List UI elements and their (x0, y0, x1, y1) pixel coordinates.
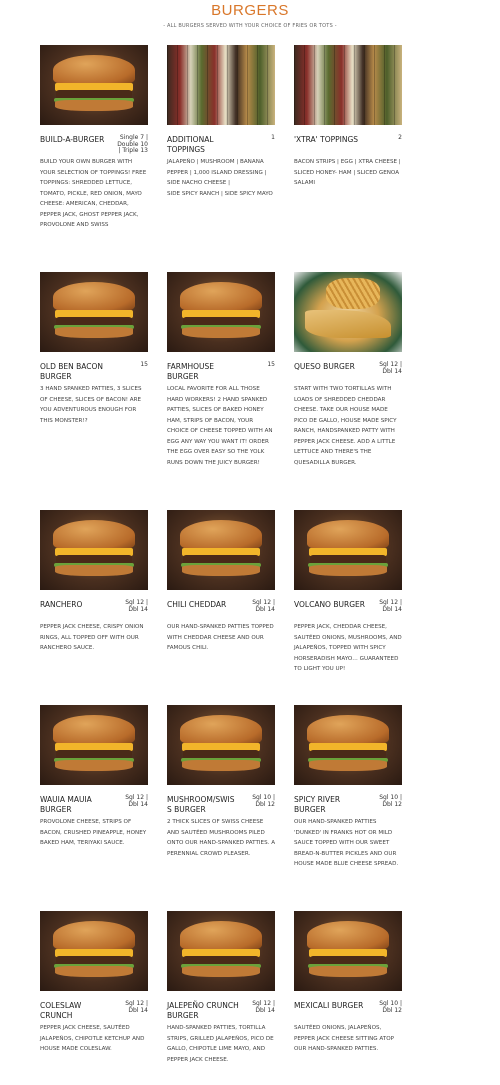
menu-item-price: Sgl 12 | Dbl 14 (379, 599, 402, 613)
menu-item-card[interactable]: 'XTRA' TOPPINGS 2 BACON STRIPS | EGG | XTR… (294, 45, 402, 189)
menu-item-photo (40, 45, 148, 125)
menu-item-description: PROVOLONE CHEESE, STRIPS OF BACON, CRUSH… (40, 819, 147, 846)
menu-item-photo (167, 45, 275, 125)
menu-item-name: JALEPEÑO CRUNCH BURGER (167, 1001, 239, 1020)
menu-item-card[interactable]: FARMHOUSE BURGER 15 LOCAL FAVORITE FOR ALL… (167, 272, 275, 468)
menu-item-price: Sgl 12 | Dbl 14 (252, 1000, 275, 1014)
menu-item-card[interactable]: QUESO BURGER Sgl 12 | Dbl 14 START WITH TW… (294, 272, 402, 468)
menu-item-card[interactable]: CHILI CHEDDAR Sgl 12 | Dbl 14 OUR HAND-SPA… (167, 510, 275, 654)
menu-item-description: PEPPER JACK, CHEDDAR CHEESE, SAUTÉED ONI… (294, 624, 402, 672)
menu-item-description: BACON STRIPS | EGG | XTRA CHEESE | SLICE… (294, 159, 401, 186)
menu-item-price: 1 (271, 134, 275, 141)
menu-item-description: START WITH TWO TORTILLAS WITH LOADS OF S… (294, 386, 397, 466)
menu-item-card[interactable]: ADDITIONAL TOPPINGS 1 JALAPEÑO | MUSHROOM … (167, 45, 275, 199)
menu-item-photo (167, 510, 275, 590)
menu-item-price: Sgl 12 | Dbl 14 (252, 599, 275, 613)
menu-item-photo (40, 272, 148, 352)
menu-item-price: Sgl 12 | Dbl 14 (125, 1000, 148, 1014)
menu-item-photo (40, 510, 148, 590)
menu-item-photo (294, 45, 402, 125)
menu-header: BURGERS - ALL BURGERS SERVED WITH YOUR C… (0, 0, 500, 29)
menu-item-card[interactable]: BUILD-A-BURGER Single 7 | Double 10 | Tri… (40, 45, 148, 231)
menu-item-price: Sgl 12 | Dbl 14 (125, 794, 148, 808)
menu-item-name: OLD BEN BACON BURGER (40, 362, 104, 381)
menu-item-description: SAUTÉED ONIONS, JALAPEÑOS, PEPPER JACK C… (294, 1025, 394, 1052)
page-subtitle: - ALL BURGERS SERVED WITH YOUR CHOICE OF… (163, 23, 337, 29)
menu-item-price: 15 (140, 361, 148, 368)
menu-item-photo (294, 272, 402, 352)
menu-item-card[interactable]: JALEPEÑO CRUNCH BURGER Sgl 12 | Dbl 14 HAN… (167, 911, 275, 1065)
menu-item-card[interactable]: SPICY RIVER BURGER Sgl 10 | Dbl 12 OUR HAN… (294, 705, 402, 870)
menu-item-price: Sgl 10 | Dbl 12 (379, 1000, 402, 1014)
menu-item-name: RANCHERO (40, 600, 83, 609)
menu-item-price: Sgl 10 | Dbl 12 (252, 794, 275, 808)
menu-item-price: Single 7 | Double 10 | Triple 13 (117, 134, 148, 154)
menu-item-photo (294, 510, 402, 590)
page-title: BURGERS (211, 2, 289, 19)
menu-item-name: VOLCANO BURGER (294, 600, 365, 609)
menu-item-photo (40, 911, 148, 991)
menu-item-name: FARMHOUSE BURGER (167, 362, 214, 381)
menu-item-description: 2 THICK SLICES OF SWISS CHEESE AND SAUTÉ… (167, 819, 276, 857)
menu-item-photo (167, 705, 275, 785)
menu-item-description: PEPPER JACK CHEESE, CRISPY ONION RINGS, … (40, 624, 144, 651)
menu-item-description: BUILD YOUR OWN BURGER WITH YOUR SELECTIO… (40, 159, 147, 228)
menu-item-card[interactable]: MEXICALI BURGER Sgl 10 | Dbl 12 SAUTÉED ON… (294, 911, 402, 1055)
menu-item-card[interactable]: WAUIA MAUIA BURGER Sgl 12 | Dbl 14 PROVOLO… (40, 705, 148, 849)
menu-item-description: JALAPEÑO | MUSHROOM | BANANA PEPPER | 1,… (167, 159, 273, 197)
menu-item-card[interactable]: COLESLAW CRUNCH Sgl 12 | Dbl 14 PEPPER JAC… (40, 911, 148, 1055)
menu-item-photo (294, 911, 402, 991)
menu-item-name: WAUIA MAUIA BURGER (40, 795, 92, 814)
menu-item-card[interactable]: OLD BEN BACON BURGER 15 3 HAND SPANKED PAT… (40, 272, 148, 426)
menu-item-photo (40, 705, 148, 785)
menu-item-card[interactable]: RANCHERO Sgl 12 | Dbl 14 PEPPER JACK CHEES… (40, 510, 148, 654)
menu-item-photo (167, 272, 275, 352)
menu-item-name: MEXICALI BURGER (294, 1001, 364, 1010)
menu-item-price: Sgl 10 | Dbl 12 (379, 794, 402, 808)
menu-item-card[interactable]: VOLCANO BURGER Sgl 12 | Dbl 14 PEPPER JACK… (294, 510, 402, 675)
menu-item-price: Sgl 12 | Dbl 14 (379, 361, 402, 375)
menu-item-name: SPICY RIVER BURGER (294, 795, 341, 814)
menu-item-name: MUSHROOM/SWIS S BURGER (167, 795, 235, 814)
menu-item-name: CHILI CHEDDAR (167, 600, 227, 609)
menu-item-photo (294, 705, 402, 785)
menu-item-name: ADDITIONAL TOPPINGS (167, 135, 214, 154)
menu-item-description: 3 HAND SPANKED PATTIES, 3 SLICES OF CHEE… (40, 386, 142, 424)
menu-item-name: COLESLAW CRUNCH (40, 1001, 82, 1020)
menu-item-card[interactable]: MUSHROOM/SWIS S BURGER Sgl 10 | Dbl 12 2 T… (167, 705, 275, 859)
menu-item-name: QUESO BURGER (294, 362, 355, 371)
menu-item-price: Sgl 12 | Dbl 14 (125, 599, 148, 613)
menu-item-description: LOCAL FAVORITE FOR ALL THOSE HARD WORKER… (167, 386, 273, 466)
menu-item-price: 15 (267, 361, 275, 368)
menu-item-description: OUR HAND-SPANKED PATTIES TOPPED WITH CHE… (167, 624, 274, 651)
menu-item-description: PEPPER JACK CHEESE, SAUTÉED JALAPEÑOS, C… (40, 1025, 145, 1052)
menu-item-photo (167, 911, 275, 991)
menu-item-price: 2 (398, 134, 402, 141)
menu-item-name: 'XTRA' TOPPINGS (294, 135, 359, 144)
menu-item-description: OUR HAND-SPANKED PATTIES 'DUNKED' IN FRA… (294, 819, 399, 867)
menu-item-description: HAND-SPANKED PATTIES, TORTILLA STRIPS, G… (167, 1025, 274, 1063)
menu-item-name: BUILD-A-BURGER (40, 135, 105, 144)
